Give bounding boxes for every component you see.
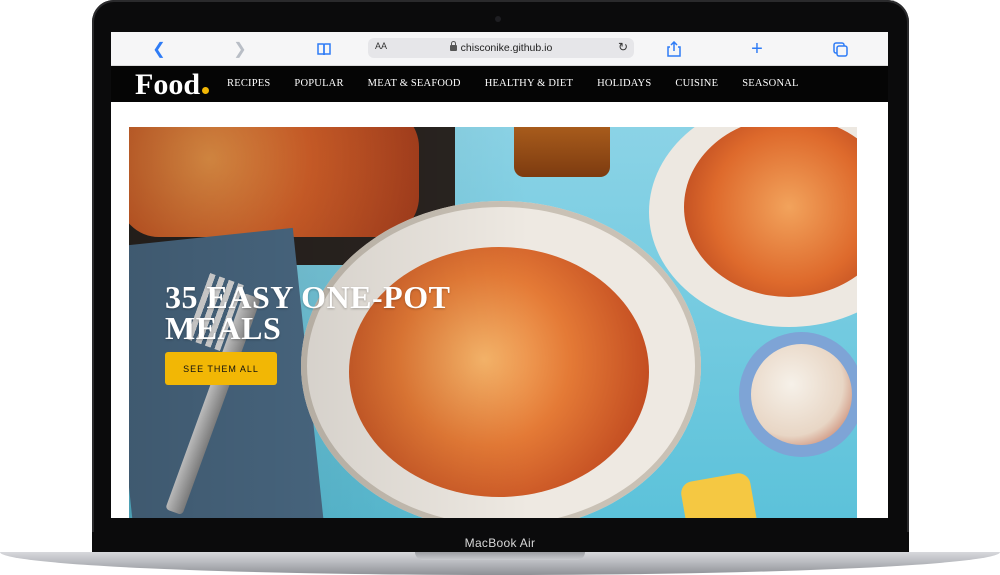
back-button[interactable]: ❮: [148, 38, 170, 60]
hero-banner: 35 EASY ONE-POT MEALS SEE THEM ALL: [129, 127, 857, 518]
nav-item-popular[interactable]: POPULAR: [294, 78, 343, 89]
share-icon: [667, 41, 681, 57]
address-bar[interactable]: AA chisconike.github.io ↻: [368, 38, 634, 58]
reload-icon[interactable]: ↻: [618, 40, 628, 54]
device-label: MacBook Air: [464, 536, 536, 550]
site-logo[interactable]: Food: [135, 68, 210, 102]
new-tab-button[interactable]: +: [746, 38, 768, 60]
plus-icon: +: [751, 37, 763, 60]
book-icon: [317, 43, 331, 56]
lock-icon: [449, 41, 457, 51]
browser-screen: ❮ ❯ AA chisconike.github.io ↻ + Food REC…: [111, 32, 888, 518]
nav-item-healthy-diet[interactable]: HEALTHY & DIET: [485, 78, 573, 89]
nav-item-recipes[interactable]: RECIPES: [227, 78, 270, 89]
browser-toolbar: ❮ ❯ AA chisconike.github.io ↻ +: [111, 32, 888, 66]
url-field[interactable]: chisconike.github.io: [368, 41, 634, 54]
nav-item-holidays[interactable]: HOLIDAYS: [597, 78, 651, 89]
nav-item-seasonal[interactable]: SEASONAL: [742, 78, 798, 89]
tabs-icon: [833, 42, 848, 57]
site-logo-text: Food: [135, 68, 201, 101]
bookmarks-button[interactable]: [313, 38, 335, 60]
nav-item-cuisine[interactable]: CUISINE: [675, 78, 718, 89]
chevron-left-icon: ❮: [152, 41, 166, 58]
hero-headline: 35 EASY ONE-POT MEALS: [165, 279, 450, 346]
laptop-notch: [415, 552, 585, 560]
forward-button[interactable]: ❯: [229, 38, 251, 60]
tabs-button[interactable]: [829, 38, 851, 60]
site-header: Food RECIPES POPULAR MEAT & SEAFOOD HEAL…: [111, 66, 888, 102]
chevron-right-icon: ❯: [233, 41, 247, 58]
url-text: chisconike.github.io: [460, 42, 553, 54]
camera-icon: [495, 16, 501, 22]
share-button[interactable]: [663, 38, 685, 60]
site-nav-menu: RECIPES POPULAR MEAT & SEAFOOD HEALTHY &…: [227, 78, 799, 89]
logo-dot: [202, 87, 210, 94]
see-them-all-button[interactable]: SEE THEM ALL: [165, 352, 277, 385]
nav-item-meat-seafood[interactable]: MEAT & SEAFOOD: [368, 78, 461, 89]
